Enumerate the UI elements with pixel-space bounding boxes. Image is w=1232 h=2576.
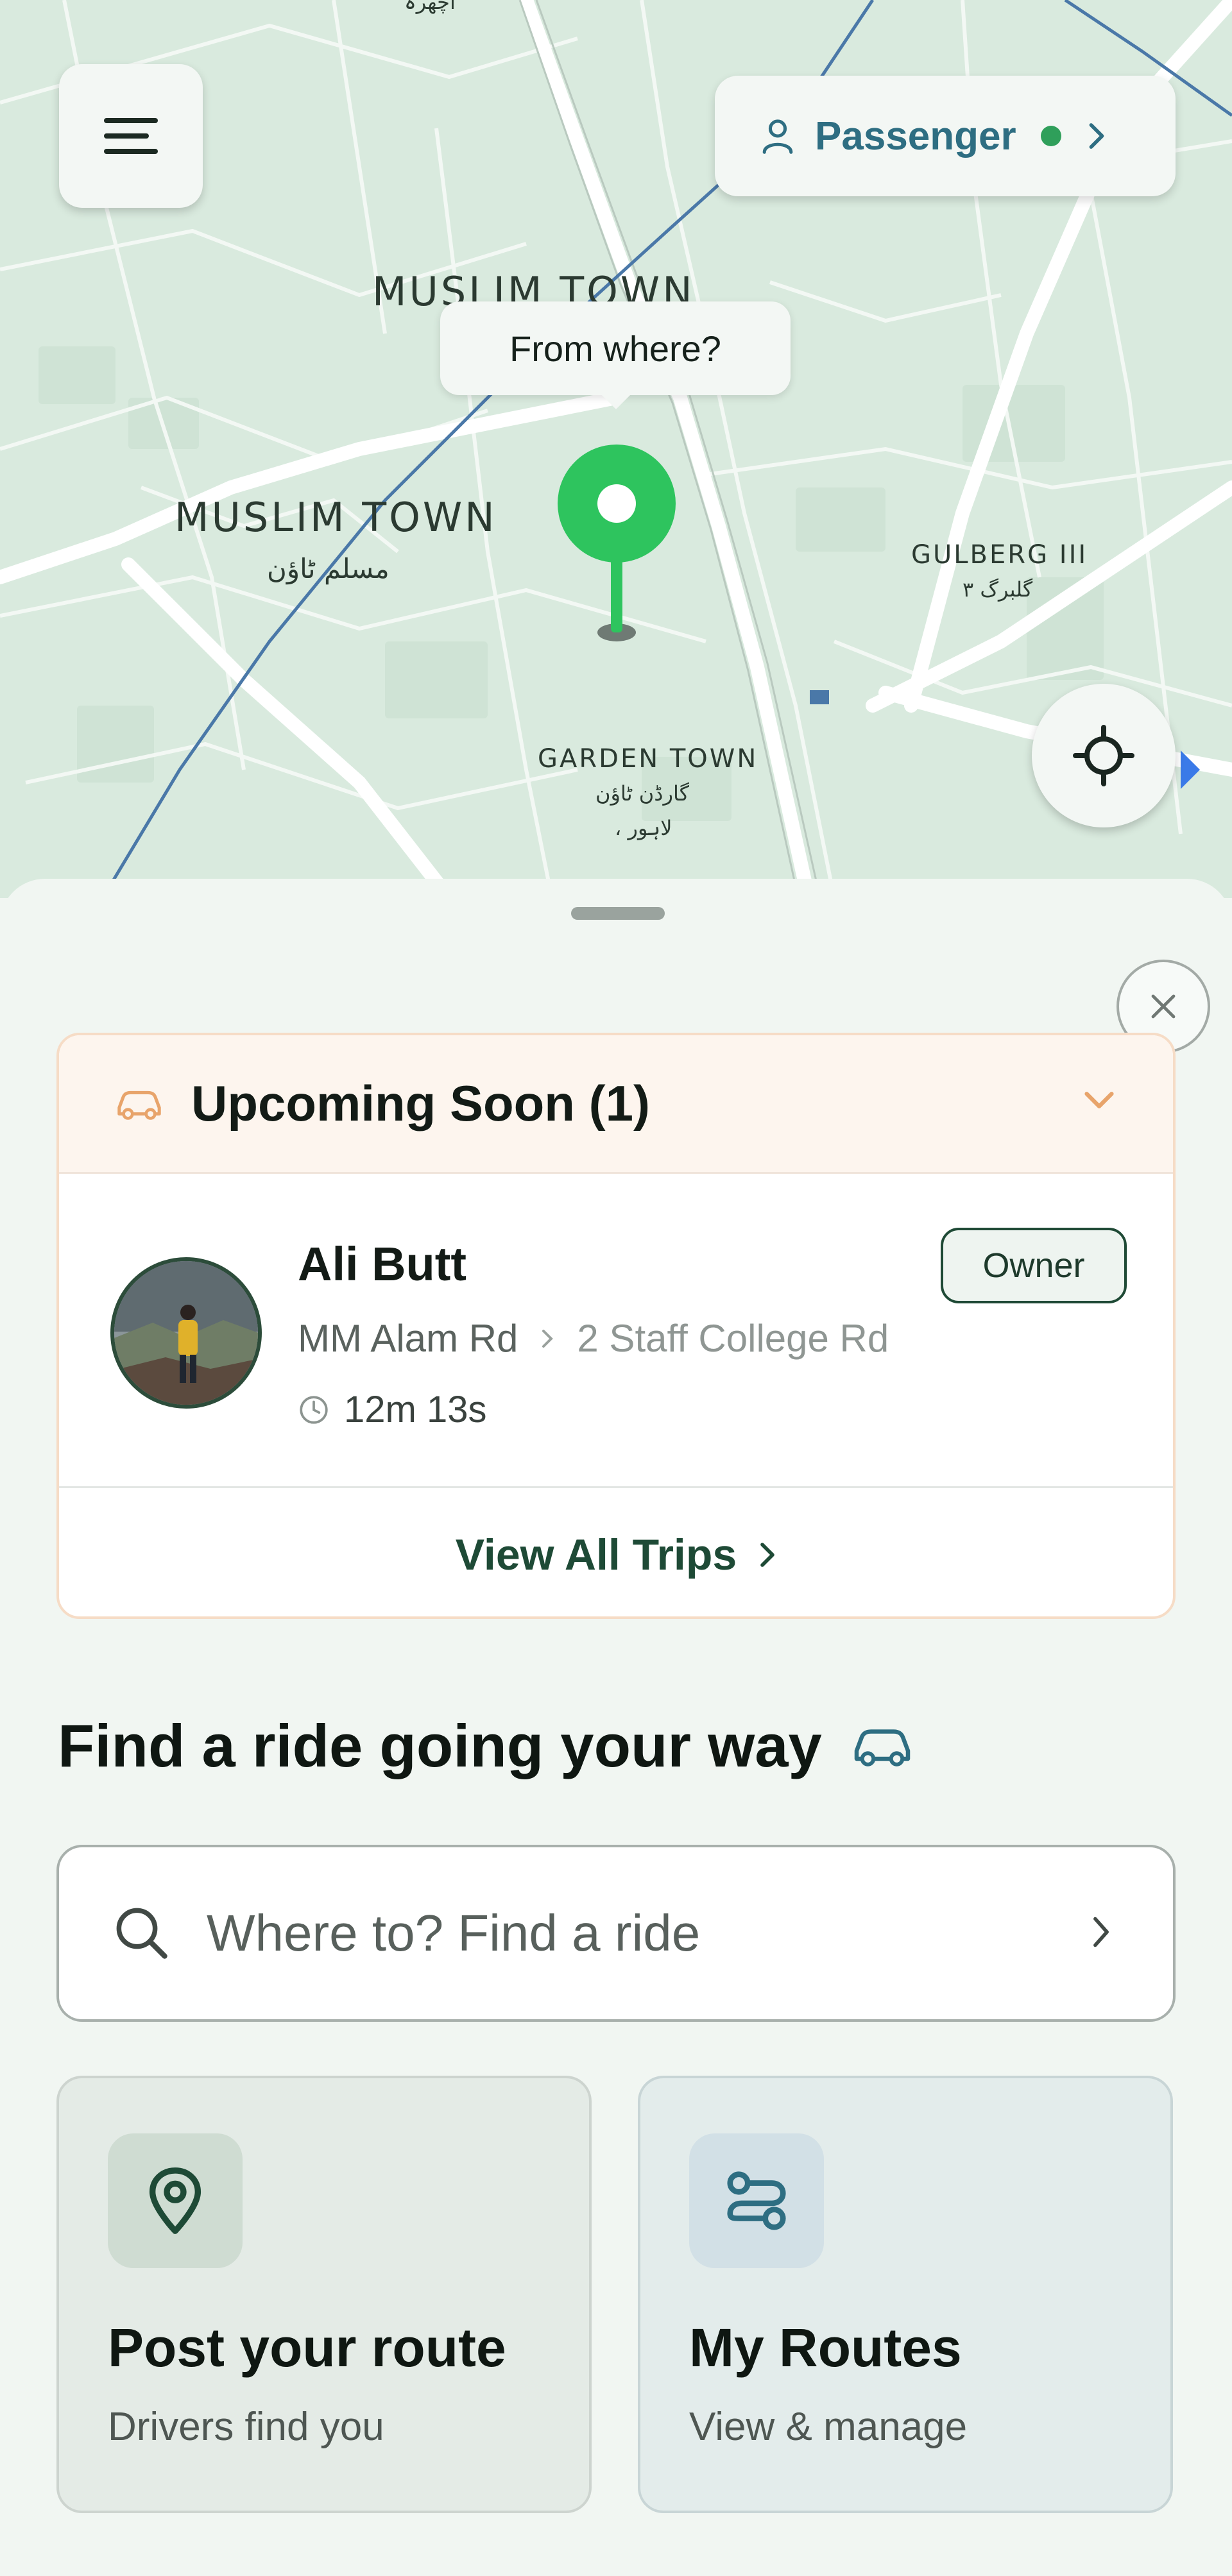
chevron-right-icon	[1089, 123, 1104, 149]
find-ride-heading: Find a ride going your way	[58, 1711, 914, 1781]
my-routes-icon-tile	[689, 2133, 824, 2268]
view-all-trips-button[interactable]: View All Trips	[59, 1488, 1173, 1616]
bottom-sheet: Upcoming Soon (1) Ali Butt Owner MM Alam…	[0, 879, 1232, 2576]
post-route-title: Post your route	[108, 2318, 506, 2378]
ride-search-bar[interactable]	[56, 1845, 1176, 2022]
post-route-subtitle: Drivers find you	[108, 2405, 384, 2449]
pickup-tooltip: From where?	[440, 301, 791, 409]
find-ride-title: Find a ride going your way	[58, 1712, 822, 1779]
online-status-dot	[1040, 126, 1061, 146]
map-label-muslim-town: MUSLIM TOWN	[175, 494, 497, 541]
map-label-gulberg: GULBERG III	[911, 540, 1088, 570]
map-pin-icon	[149, 2167, 201, 2234]
map-label-muslim-town-urdu: مسلم ٹاؤن	[267, 553, 389, 584]
my-routes-title: My Routes	[689, 2318, 962, 2378]
eta-value: 12m 13s	[344, 1389, 487, 1430]
route-from: MM Alam Rd	[298, 1317, 518, 1360]
close-icon	[1151, 994, 1176, 1019]
clock-icon	[300, 1395, 328, 1424]
sheet-drag-handle[interactable]	[571, 907, 665, 920]
upcoming-trips-card: Upcoming Soon (1) Ali Butt Owner MM Alam…	[56, 1033, 1176, 1619]
route-arrow-icon	[542, 1329, 554, 1348]
chevron-right-icon	[760, 1543, 774, 1567]
chevron-down-icon[interactable]	[1083, 1089, 1115, 1111]
driver-avatar	[110, 1257, 262, 1409]
chevron-right-icon	[1093, 1917, 1109, 1947]
my-routes-card[interactable]: My Routes View & manage	[638, 2076, 1173, 2513]
car-icon	[117, 1090, 161, 1120]
car-icon	[854, 1729, 911, 1767]
crosshair-icon	[1073, 725, 1134, 786]
trip-item[interactable]: Ali Butt Owner MM Alam Rd 2 Staff Colleg…	[59, 1174, 1173, 1488]
driver-name: Ali Butt	[298, 1237, 467, 1291]
my-routes-subtitle: View & manage	[689, 2405, 968, 2449]
map-label-garden-town-urdu: گارڈن ٹاؤن	[595, 781, 689, 806]
search-icon	[116, 1908, 167, 1959]
post-route-icon-tile	[108, 2133, 243, 2268]
view-all-label: View All Trips	[455, 1530, 737, 1579]
trip-route: MM Alam Rd 2 Staff College Rd	[298, 1316, 889, 1360]
hamburger-menu-icon	[104, 108, 158, 164]
map-view[interactable]: MUSLIM TOWN MUSLIM TOWN مسلم ٹاؤن GULBER…	[0, 0, 1232, 898]
menu-button[interactable]	[59, 64, 203, 208]
my-location-button[interactable]	[1032, 684, 1176, 827]
upcoming-header[interactable]: Upcoming Soon (1)	[59, 1035, 1173, 1174]
map-label-garden-town: GARDEN TOWN	[538, 744, 758, 774]
route-to: 2 Staff College Rd	[577, 1317, 889, 1360]
user-icon	[762, 119, 793, 154]
mode-label: Passenger	[815, 114, 1016, 158]
upcoming-title: Upcoming Soon (1)	[191, 1075, 650, 1131]
map-label-top-urdu: اچھرہ	[404, 0, 456, 14]
driver-photo	[114, 1261, 258, 1405]
mode-switch-button[interactable]: Passenger	[715, 76, 1176, 196]
route-icon	[727, 2171, 786, 2230]
ride-search-input[interactable]	[207, 1904, 1028, 1963]
map-label-lahore-urdu: ، لاہور	[615, 816, 672, 840]
post-route-card[interactable]: Post your route Drivers find you	[56, 2076, 592, 2513]
trip-eta: 12m 13s	[298, 1388, 486, 1431]
map-label-gulberg-urdu: گلبرگ ۳	[963, 577, 1033, 602]
pickup-pin-icon[interactable]	[556, 443, 678, 648]
role-badge: Owner	[941, 1228, 1127, 1303]
